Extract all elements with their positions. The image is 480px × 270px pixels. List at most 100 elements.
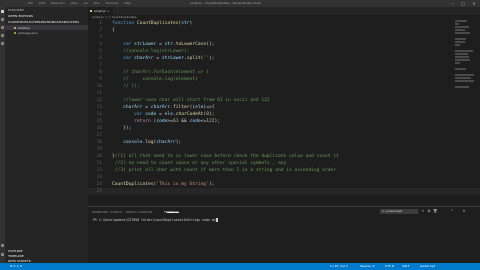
- code-line[interactable]: 19: [88, 146, 480, 153]
- code-line[interactable]: 13 charArr = charArr.filter((ele)=>{: [88, 104, 480, 111]
- open-editors-section[interactable]: OPEN EDITORS: [8, 14, 33, 18]
- code-text: function CountDuplicates(str): [112, 21, 193, 26]
- code-line[interactable]: 3: [88, 34, 480, 41]
- code-line[interactable]: 15 return (code>=61 && code<=122);: [88, 118, 480, 125]
- code-line[interactable]: 1 function CountDuplicates(str): [88, 20, 480, 27]
- menu-file[interactable]: File: [28, 1, 33, 5]
- code-line[interactable]: 22 //3) print all char with count if mor…: [88, 167, 480, 174]
- line-number: 2: [99, 28, 102, 33]
- code-line[interactable]: 4 var strLower = str.toLowerCase();: [88, 41, 480, 48]
- code-text: //2) no need to count space or any other…: [114, 161, 287, 166]
- code-line[interactable]: 12 //lower case char will start from 61 …: [88, 97, 480, 104]
- code-line[interactable]: 2{: [88, 27, 480, 34]
- code-line[interactable]: 20}//1) all that need to in lower case b…: [88, 153, 480, 160]
- terminal-output[interactable]: PS C:\Development\GITHUB folder\CountDup…: [93, 218, 218, 223]
- minimize-button[interactable]: –: [448, 0, 458, 7]
- line-number: 21: [96, 161, 102, 166]
- line-number: 13: [96, 105, 102, 110]
- timeline-section[interactable]: TIMELINE: [8, 254, 24, 258]
- extensions-icon[interactable]: [1, 42, 4, 45]
- js-file-icon: [14, 26, 16, 29]
- line-number: 11: [96, 91, 102, 96]
- file-item-script[interactable]: script.js: [18, 26, 30, 30]
- tab-label: script.js: [94, 9, 106, 13]
- folder-section[interactable]: COUNTDUPLICATESINSTRINGCHARACTERS: [8, 20, 79, 24]
- line-number: 23: [96, 175, 102, 180]
- add-terminal-icon[interactable]: +: [421, 209, 425, 214]
- line-number: 6: [99, 56, 102, 61]
- code-line[interactable]: 21 //2) no need to count space or any ot…: [88, 160, 480, 167]
- encoding[interactable]: UTF-8: [385, 263, 394, 270]
- code-text: var code = ele.charCodeAt(0);: [134, 112, 215, 117]
- language-mode[interactable]: JavaScript: [420, 263, 435, 270]
- code-line[interactable]: 24 CountDuplicates('This is my String');: [88, 181, 480, 188]
- line-number: 8: [99, 70, 102, 75]
- minimap[interactable]: [455, 20, 475, 90]
- code-line[interactable]: 16 });: [88, 125, 480, 132]
- menu-selection[interactable]: Selection: [51, 1, 65, 5]
- maximize-button[interactable]: □: [458, 0, 468, 7]
- split-terminal-icon[interactable]: ⧉: [427, 209, 431, 214]
- line-number: 4: [99, 42, 102, 47]
- code-text: {: [112, 28, 115, 33]
- menu-edit[interactable]: Edit: [39, 1, 45, 5]
- line-number: 19: [96, 147, 102, 152]
- code-text: //console.log(strLower);: [123, 49, 190, 54]
- code-line[interactable]: 5 //console.log(strLower);: [88, 48, 480, 55]
- line-number: 15: [96, 119, 102, 124]
- end-of-line[interactable]: CRLF: [402, 263, 410, 270]
- menu-terminal[interactable]: Terminal: [106, 1, 119, 5]
- line-number: 5: [99, 49, 102, 54]
- code-line[interactable]: 8 // charArr.forEach(element => {: [88, 69, 480, 76]
- code-line[interactable]: 18 console.log(charArr);: [88, 139, 480, 146]
- menu-go[interactable]: Go: [84, 1, 88, 5]
- cursor-position[interactable]: Ln 25, Col 1: [330, 263, 348, 270]
- close-tab-icon[interactable]: ×: [107, 9, 110, 13]
- file-item-package[interactable]: package.json: [18, 31, 38, 35]
- menu-run[interactable]: Run: [94, 1, 100, 5]
- explorer-icon[interactable]: [1, 10, 4, 13]
- code-line[interactable]: 17: [88, 132, 480, 139]
- close-window-button[interactable]: ✕: [469, 0, 479, 7]
- menu-view[interactable]: View: [71, 1, 78, 5]
- line-number: 10: [96, 84, 102, 89]
- json-file-icon: [14, 31, 16, 34]
- source-control-icon[interactable]: [1, 26, 4, 29]
- code-line[interactable]: 23: [88, 174, 480, 181]
- code-editor[interactable]: 1 function CountDuplicates(str) 2{3 4 var s…: [88, 20, 480, 206]
- menu-bar: File Edit Selection View Go Run Terminal…: [28, 0, 136, 7]
- line-number: 1: [99, 21, 102, 26]
- code-text: // charArr.forEach(element => {: [123, 70, 209, 75]
- explorer-sidebar: EXPLORER OPEN EDITORS COUNTDUPLICATESINS…: [5, 7, 88, 263]
- tab-debug-console[interactable]: DEBUG CONSOLE: [126, 210, 152, 214]
- search-icon[interactable]: [1, 18, 4, 21]
- outline-section[interactable]: OUTLINE: [8, 249, 23, 253]
- tab-output[interactable]: OUTPUT: [110, 210, 122, 214]
- code-line[interactable]: 11: [88, 90, 480, 97]
- active-tab-underline: [167, 212, 179, 213]
- code-text: return (code>=61 && code<=122);: [134, 119, 221, 124]
- problems-count[interactable]: ⊗ 0 ⚠ 0: [10, 263, 22, 270]
- trash-icon[interactable]: 🗑: [433, 209, 437, 214]
- window-title: script.js - CountDuplicates - Visual Stu…: [190, 1, 261, 5]
- code-line[interactable]: 10 // });: [88, 83, 480, 90]
- gear-icon[interactable]: [1, 253, 4, 256]
- menu-help[interactable]: Help: [124, 1, 131, 5]
- indentation[interactable]: Spaces: 4: [360, 263, 375, 270]
- tab-script-js[interactable]: script.js ×: [88, 7, 113, 15]
- account-icon[interactable]: [1, 244, 4, 247]
- code-line[interactable]: 6 var charArr = strLower.split('');: [88, 55, 480, 62]
- line-number: 3: [99, 35, 102, 40]
- terminal-select[interactable]: 1: powershell: [380, 209, 418, 214]
- code-text: var strLower = str.toLowerCase();: [123, 42, 215, 47]
- line-number: 7: [99, 63, 102, 68]
- code-line[interactable]: 14 var code = ele.charCodeAt(0);: [88, 111, 480, 118]
- code-line[interactable]: 25: [88, 188, 480, 195]
- run-debug-icon[interactable]: [1, 34, 4, 37]
- code-line[interactable]: 7: [88, 62, 480, 69]
- line-number: 17: [96, 133, 102, 138]
- close-panel-icon[interactable]: ×: [462, 209, 466, 214]
- code-line[interactable]: 9 // console.log(element): [88, 76, 480, 83]
- tab-problems[interactable]: PROBLEMS: [92, 210, 108, 214]
- chevron-up-icon[interactable]: ^: [450, 209, 454, 214]
